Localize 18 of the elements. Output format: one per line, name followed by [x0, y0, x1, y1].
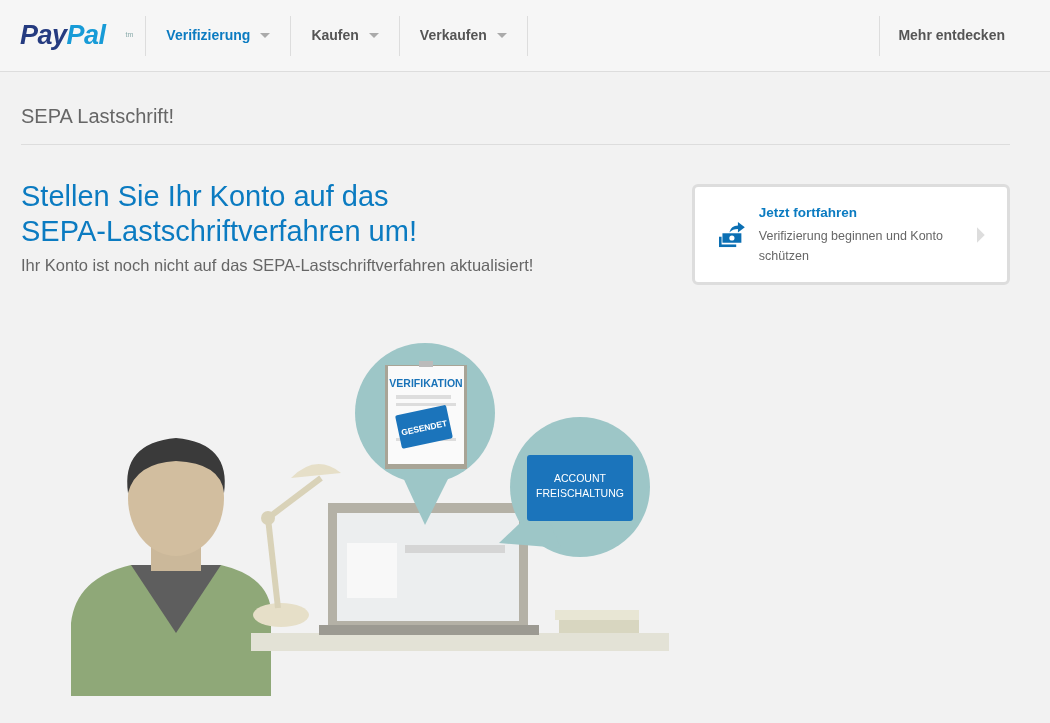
logo[interactable]: PayPal — [20, 22, 106, 49]
caret-icon — [496, 33, 507, 38]
stamp-label-background — [395, 404, 453, 449]
account-label: ACCOUNT FREISCHALTUNG — [536, 472, 624, 499]
headline: Stellen Sie Ihr Konto auf das SEPA-Lastschriftverfahren um! — [21, 179, 418, 249]
chevron-right-icon — [977, 225, 985, 244]
clipboard-title: VERIFIKATION — [389, 377, 463, 389]
card-description: Verifizierung beginnen und Konto schützen — [758, 228, 944, 265]
nav-menu-item[interactable]: Kaufen — [290, 15, 399, 56]
subtext: Ihr Konto ist noch nicht auf das SEPA-Lastschriftverfahren aktualisiert! — [21, 254, 534, 276]
nav-menu-item[interactable]: Verkaufen — [398, 15, 528, 56]
card-title: Jetzt fortfahren — [758, 204, 859, 222]
page-title: SEPA Lastschrift! — [21, 72, 1010, 145]
caret-icon — [368, 33, 379, 38]
nav-menu-item[interactable]: Verifizierung — [145, 15, 291, 56]
nav-link[interactable]: Mehr entdecken — [879, 15, 1050, 56]
caret-icon — [260, 33, 271, 38]
continue-card[interactable]: Jetzt fortfahren Verifizierung beginnen und Konto schützen — [692, 184, 1010, 285]
